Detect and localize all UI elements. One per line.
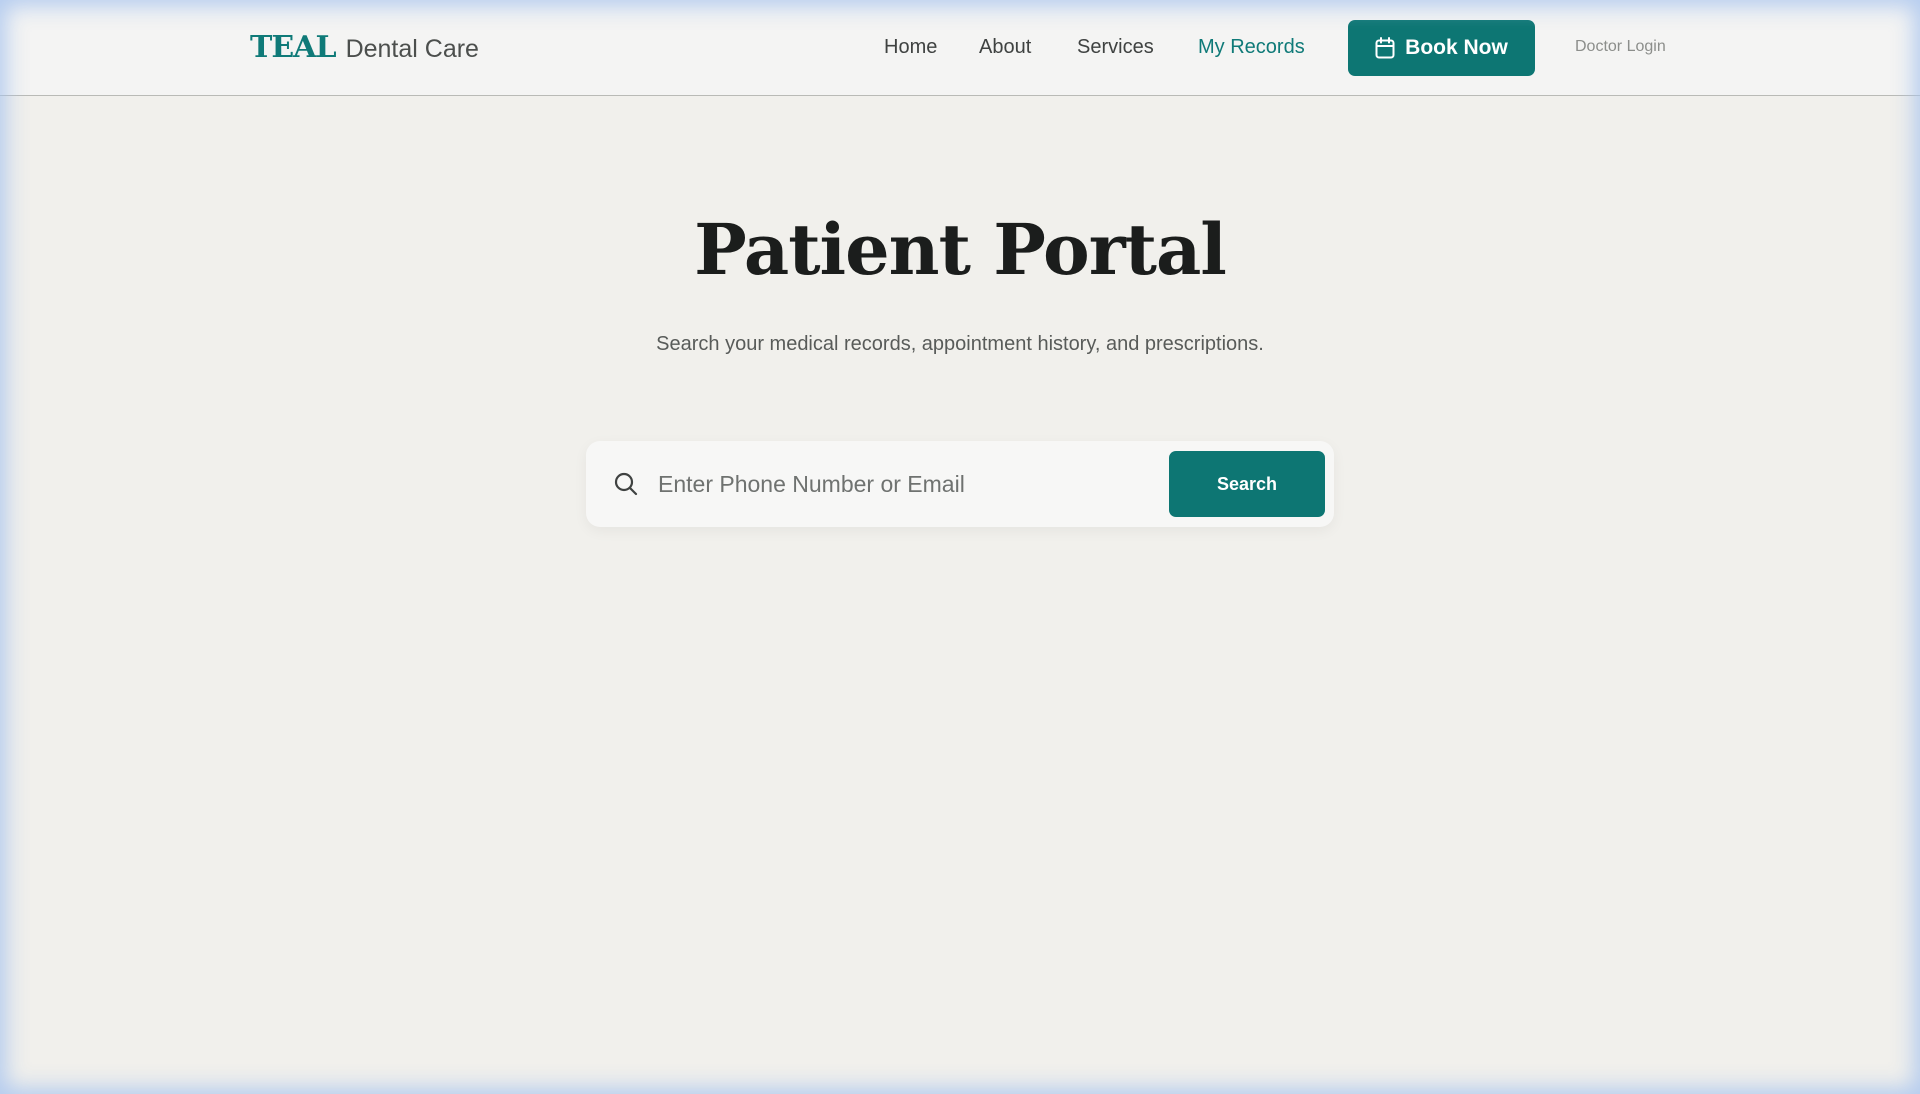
search-card: Search — [586, 441, 1334, 527]
nav-home[interactable]: Home — [884, 36, 937, 59]
site-header: TEAL Dental Care Home About Services My … — [0, 0, 1920, 96]
doctor-login-link[interactable]: Doctor Login — [1575, 38, 1666, 56]
search-icon — [614, 472, 638, 501]
book-now-button[interactable]: Book Now — [1348, 20, 1535, 76]
calendar-icon — [1375, 37, 1395, 59]
page-title: Patient Portal — [694, 208, 1227, 291]
search-button[interactable]: Search — [1169, 451, 1325, 517]
brand-name: Dental Care — [345, 35, 479, 63]
book-now-label: Book Now — [1405, 36, 1508, 59]
screen-edge-glow — [0, 0, 1920, 1094]
page-subtitle: Search your medical records, appointment… — [656, 333, 1264, 355]
search-input[interactable] — [658, 461, 1128, 507]
brand-logo[interactable]: TEAL Dental Care — [250, 30, 479, 65]
nav-services[interactable]: Services — [1077, 36, 1154, 59]
brand-mark: TEAL — [250, 30, 337, 65]
nav-my-records[interactable]: My Records — [1198, 36, 1305, 59]
nav-about[interactable]: About — [979, 36, 1031, 59]
